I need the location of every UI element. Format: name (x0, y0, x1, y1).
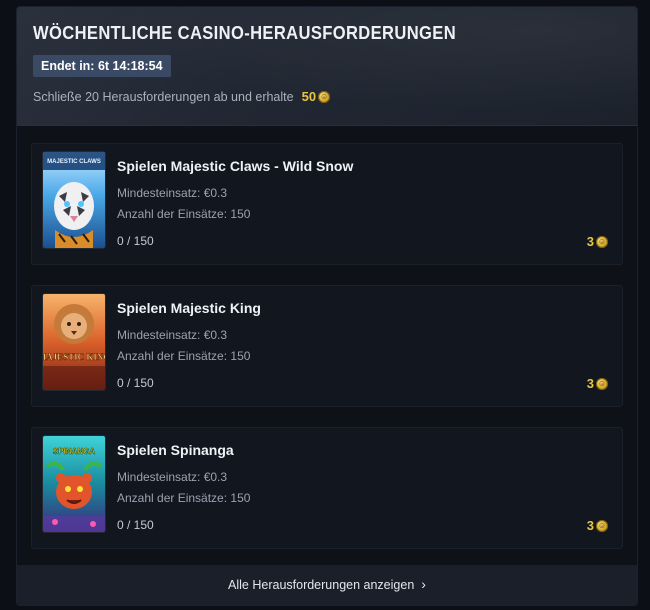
challenge-title: Spielen Majestic Claws - Wild Snow (117, 158, 354, 174)
progress-text: 0 / 150 (117, 234, 154, 248)
challenge-title: Spielen Majestic King (117, 300, 261, 316)
coin-icon: ☺ (596, 519, 608, 532)
thumb-label: MAJESTIC CLAWS (47, 159, 101, 165)
challenge-reward-value: 3 (586, 518, 594, 533)
total-reward: 50 ☺ (301, 89, 331, 104)
progress-text: 0 / 150 (117, 518, 154, 532)
thumb-label: SPINANGA (53, 447, 95, 456)
bet-count: Anzahl der Einsätze: 150 (117, 207, 251, 221)
challenge-card[interactable]: SPINANGA Spielen Spinanga Mindesteinsatz… (31, 427, 623, 549)
page-title: WÖCHENTLICHE CASINO-HERAUSFORDERUNGEN (33, 23, 457, 43)
game-thumbnail[interactable]: SPINANGA (43, 436, 105, 532)
game-thumbnail[interactable]: MAJESTIC CLAWS (43, 152, 105, 248)
challenge-reward: 3 ☺ (587, 234, 608, 249)
bet-count: Anzahl der Einsätze: 150 (117, 491, 251, 505)
challenge-reward-value: 3 (586, 234, 594, 249)
game-thumbnail[interactable]: MAJESTIC KING (43, 294, 105, 390)
tiger-icon: MAJESTIC CLAWS (43, 152, 105, 248)
thumb-label: MAJESTIC KING (43, 352, 105, 362)
progress-text: 0 / 150 (117, 376, 154, 390)
challenge-reward-value: 3 (586, 376, 594, 391)
chevron-right-icon: › (421, 576, 426, 592)
challenge-title: Spielen Spinanga (117, 442, 234, 458)
challenge-reward: 3 ☺ (587, 376, 608, 391)
challenge-card[interactable]: MAJESTIC CLAWS Spielen Majestic Claws - … (31, 143, 623, 265)
challenge-list: MAJESTIC CLAWS Spielen Majestic Claws - … (31, 143, 623, 569)
coin-icon: ☺ (318, 90, 331, 103)
min-stake: Mindesteinsatz: €0.3 (117, 470, 228, 484)
bet-count: Anzahl der Einsätze: 150 (117, 349, 251, 363)
reward-info-text: Schließe 20 Herausforderungen ab und erh… (33, 89, 294, 104)
challenges-header: WÖCHENTLICHE CASINO-HERAUSFORDERUNGEN En… (17, 7, 637, 126)
challenge-card[interactable]: MAJESTIC KING Spielen Majestic King Mind… (31, 285, 623, 407)
view-all-label: Alle Herausforderungen anzeigen (228, 578, 415, 592)
lion-icon: MAJESTIC KING (43, 294, 105, 390)
countdown-badge: Endet in: 6t 14:18:54 (33, 55, 171, 77)
challenges-panel: WÖCHENTLICHE CASINO-HERAUSFORDERUNGEN En… (16, 6, 638, 606)
coin-icon: ☺ (596, 377, 608, 390)
view-all-challenges-link[interactable]: Alle Herausforderungen anzeigen › (17, 565, 637, 605)
coin-icon: ☺ (596, 235, 608, 248)
reward-info: Schließe 20 Herausforderungen ab und erh… (33, 89, 331, 104)
total-reward-value: 50 (301, 89, 317, 104)
min-stake: Mindesteinsatz: €0.3 (117, 186, 228, 200)
min-stake: Mindesteinsatz: €0.3 (117, 328, 228, 342)
jungle-cat-icon: SPINANGA (43, 436, 105, 532)
challenge-reward: 3 ☺ (587, 518, 608, 533)
